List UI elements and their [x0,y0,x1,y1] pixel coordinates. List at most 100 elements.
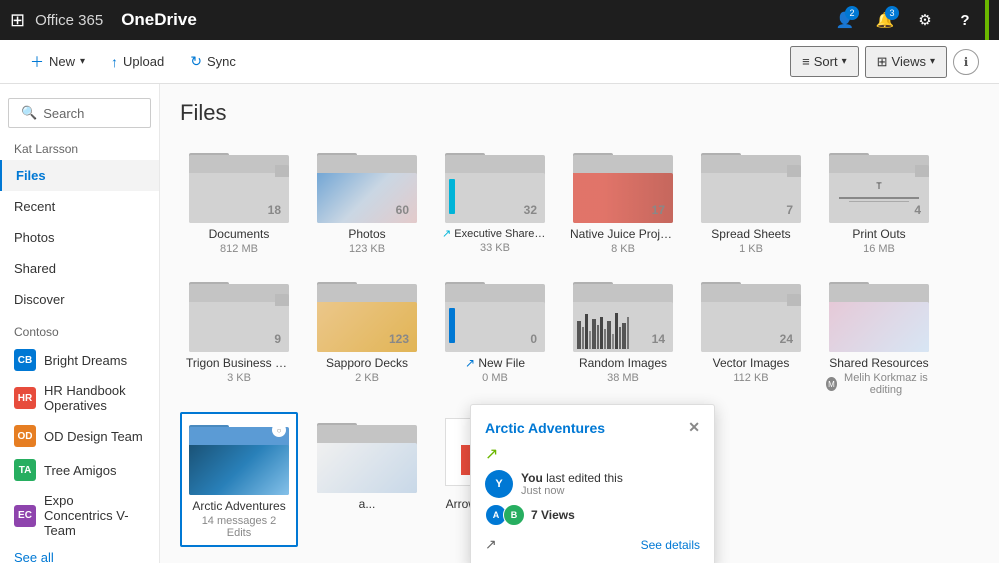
views-label: Views [892,54,926,69]
folder-item-blank[interactable] [308,557,426,563]
search-input[interactable]: 🔍 Search [8,98,151,128]
folder-size-executive: 33 KB [442,242,548,254]
sidebar-item-discover[interactable]: Discover [0,284,159,315]
sort-label: Sort [814,54,838,69]
popup-user-avatar: Y [485,470,513,498]
upload-icon: ↑ [111,54,118,70]
sidebar-group-hr-handbook[interactable]: HR HR Handbook Operatives [0,377,159,419]
folder-name-sapporo: Sapporo Decks [314,356,420,370]
folder-trigon[interactable]: 9 Trigon Business Design 3 KB [180,271,298,402]
folder-random-images[interactable]: 14 Random Images 38 MB [564,271,682,402]
accent-bar [985,0,989,40]
folder-shared-resources[interactable]: Shared Resources M Melih Korkmaz is edit… [820,271,938,402]
sidebar-files-label: Files [16,168,46,183]
folder-count-new-file: 0 [530,332,537,346]
sync-icon: ↻ [190,53,202,70]
new-label: New [49,54,75,69]
sort-button[interactable]: ≡ Sort ▾ [790,46,858,77]
folder-vector-images[interactable]: 24 Vector Images 112 KB [692,271,810,402]
page-title: Files [180,100,979,126]
app-title: OneDrive [121,10,827,30]
sidebar-group-tree-amigos[interactable]: TA Tree Amigos [0,453,159,487]
settings-icon-btn[interactable]: ⚙ [907,2,943,38]
top-bar: ⊞ Office 365 OneDrive 👤 2 🔔 3 ⚙ ? [0,0,999,40]
folder-count-documents: 18 [268,203,281,217]
sidebar-photos-label: Photos [14,230,54,245]
see-all-link[interactable]: See all [0,544,159,563]
folder-photos[interactable]: 60 Photos 123 KB [308,142,426,261]
sidebar-user: Kat Larsson [0,132,159,160]
sidebar-item-files[interactable]: Files [0,160,159,191]
sidebar-item-recent[interactable]: Recent [0,191,159,222]
popup-share-icon[interactable]: ↗ [485,536,497,553]
folder-name-arctic-adventures: Arctic Adventures [188,499,290,513]
folder-count-spreadsheets: 7 [786,203,793,217]
content-area: Files 18 Documents 812 MB [160,84,999,563]
user-editing-icon: M [826,377,837,391]
folder-size-random-images: 38 MB [570,372,676,384]
new-button[interactable]: ＋ New ▾ [20,46,95,78]
folder-arctic-adventures[interactable]: ○ Arctic Adventures 14 messages 2 Edits [180,412,298,547]
folder-native-juice[interactable]: 17 Native Juice Project 8 KB [564,142,682,261]
folder-count-random-images: 14 [652,332,665,346]
folder-size-spreadsheets: 1 KB [698,243,804,255]
folder-new-file[interactable]: 0 ↗ New File 0 MB [436,271,554,402]
folder-icon-new-file: 0 [445,277,545,352]
folder-size-trigon: 3 KB [186,372,292,384]
grid-icon[interactable]: ⊞ [10,10,25,31]
popup-close-icon[interactable]: ✕ [688,419,700,436]
upload-button[interactable]: ↑ Upload [101,48,174,76]
sidebar-group-od-design[interactable]: OD OD Design Team [0,419,159,453]
main-layout: 🔍 Search Kat Larsson Files Recent Photos… [0,84,999,563]
expo-avatar: EC [14,505,36,527]
popup-views-avatars: A B [485,504,525,526]
views-icon: ⊞ [877,54,888,70]
settings-icon: ⚙ [918,11,931,29]
folder-size-printouts: 16 MB [826,243,932,255]
expo-label: Expo Concentrics V-Team [44,493,145,538]
folder-icon-trigon: 9 [189,277,289,352]
help-icon-btn[interactable]: ? [947,2,983,38]
sidebar-group-bright-dreams[interactable]: CB Bright Dreams [0,343,159,377]
folder-size-new-file: 0 MB [442,372,548,384]
sidebar-group-expo[interactable]: EC Expo Concentrics V-Team [0,487,159,544]
sidebar-item-photos[interactable]: Photos [0,222,159,253]
bell-icon-btn[interactable]: 🔔 3 [867,2,903,38]
folder-documents[interactable]: 18 Documents 812 MB [180,142,298,261]
top-bar-icons: 👤 2 🔔 3 ⚙ ? [827,2,983,38]
popup-views-row: A B 7 Views [485,504,700,526]
search-icon: 🔍 [21,105,37,121]
view-avatar-2: B [503,504,525,526]
views-button[interactable]: ⊞ Views ▾ [865,46,947,78]
user-icon-btn[interactable]: 👤 2 [827,2,863,38]
folder-icon-vector-images: 24 [701,277,801,352]
folder-annual-report[interactable]: AnnualReport Annual Report [180,557,298,563]
folder-size-documents: 812 MB [186,243,292,255]
sync-button[interactable]: ↻ Sync [180,47,246,76]
folder-name-vector-images: Vector Images [698,356,804,370]
views-chevron-icon: ▾ [930,56,935,67]
popup-edit-text: last edited this [546,471,623,485]
popup-title-bar: Arctic Adventures ✕ [485,419,700,436]
folder-executive[interactable]: 32 ↗ Executive Share Outs 33 KB [436,142,554,261]
folder-partial[interactable]: a... [308,412,426,547]
folder-count-vector-images: 24 [780,332,793,346]
popup-see-details-link[interactable]: See details [641,538,700,552]
sort-icon: ≡ [802,54,810,69]
folder-name-new-file: ↗ New File [442,356,548,370]
folder-spreadsheets[interactable]: 7 Spread Sheets 1 KB [692,142,810,261]
folder-name-native-juice: Native Juice Project [570,227,676,241]
folder-sapporo[interactable]: 123 Sapporo Decks 2 KB [308,271,426,402]
folder-name-executive: ↗ Executive Share Outs [442,227,548,240]
od-design-label: OD Design Team [44,429,143,444]
help-icon: ? [960,12,969,29]
info-icon: ℹ [964,55,969,69]
folder-icon-printouts: T 4 [829,148,929,223]
sidebar-item-shared[interactable]: Shared [0,253,159,284]
info-button[interactable]: ℹ [953,49,979,75]
command-bar: ＋ New ▾ ↑ Upload ↻ Sync ≡ Sort ▾ ⊞ Views… [0,40,999,84]
folder-printouts[interactable]: T 4 Print Outs 16 MB [820,142,938,261]
popup-card: Arctic Adventures ✕ ↗ Y You last edited … [470,404,715,563]
sidebar-recent-label: Recent [14,199,55,214]
search-label: Search [43,106,84,121]
